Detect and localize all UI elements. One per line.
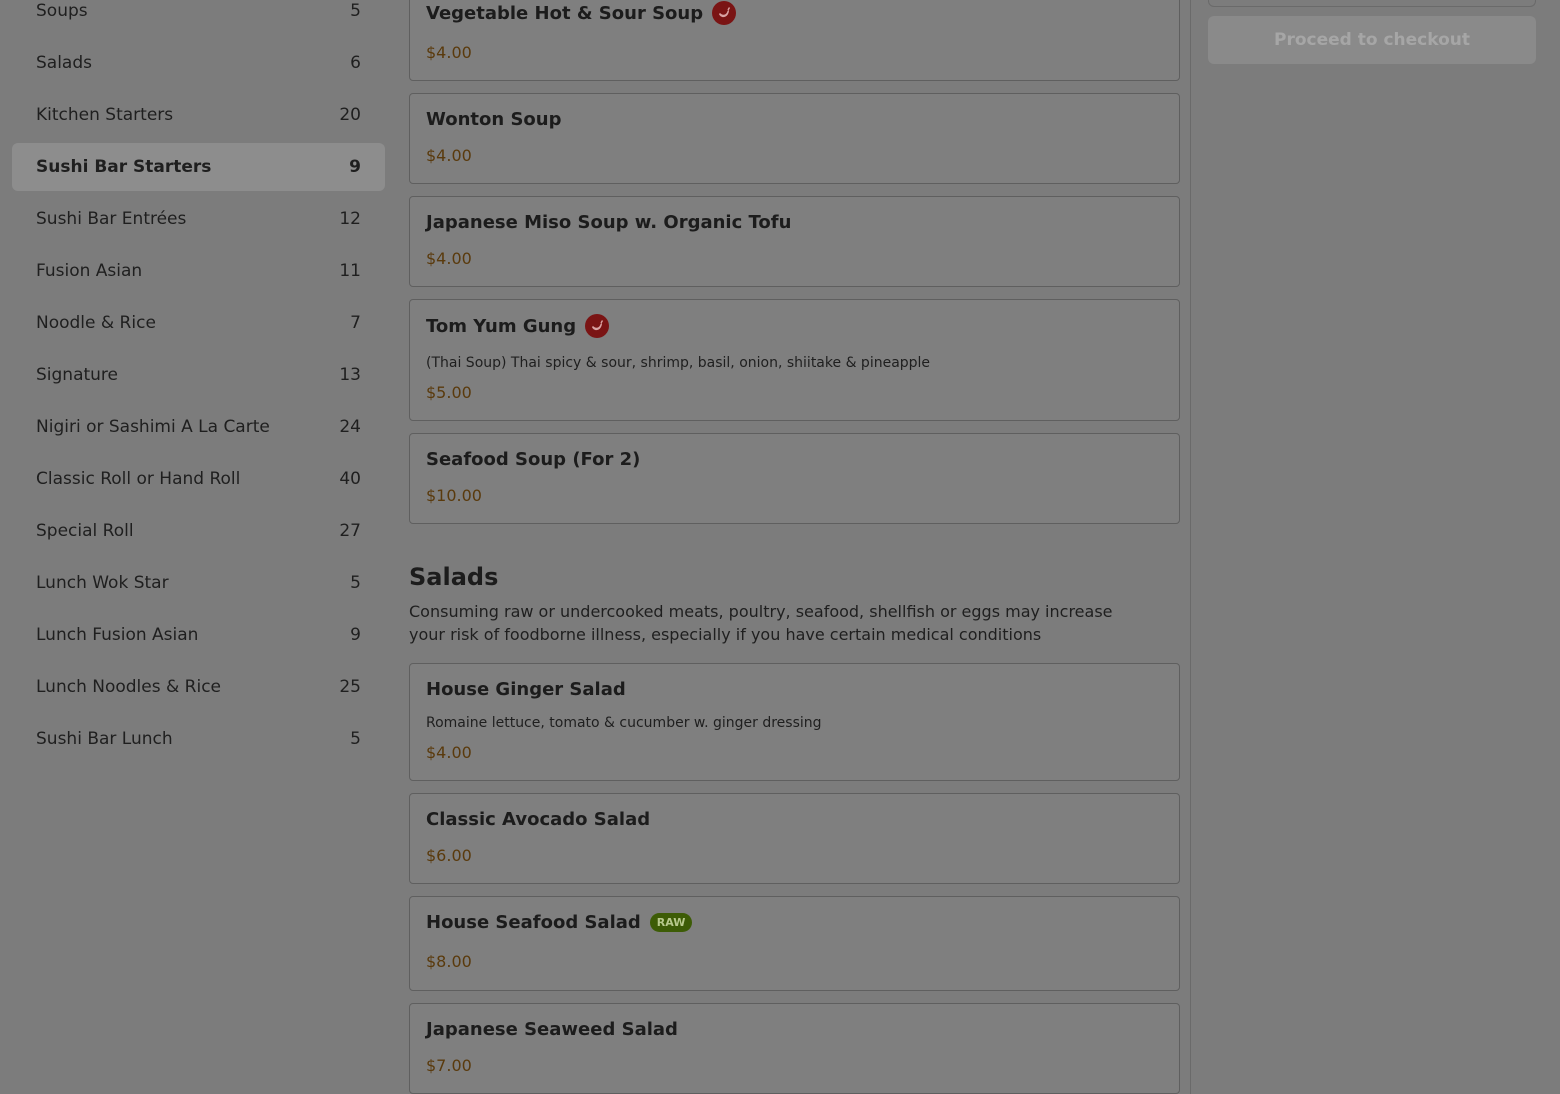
sidebar-item-label: Sushi Bar Starters [36, 157, 212, 177]
sidebar-item-label: Soups [36, 1, 88, 21]
sidebar-item-sushi-bar-entrees[interactable]: Sushi Bar Entrées 12 [12, 195, 385, 243]
sidebar-item-count: 9 [349, 157, 361, 177]
menu-item-price: $4.00 [426, 146, 472, 165]
column-divider [1190, 0, 1191, 1094]
sidebar-item-sushi-bar-starters[interactable]: Sushi Bar Starters 9 [12, 143, 385, 191]
sidebar-item-lunch-fusion-asian[interactable]: Lunch Fusion Asian 9 [12, 611, 385, 659]
sidebar-item-label: Sushi Bar Entrées [36, 209, 187, 229]
menu-item-name: Japanese Miso Soup w. Organic Tofu [426, 212, 792, 233]
sidebar-item-count: 13 [339, 365, 361, 385]
menu-item-card[interactable]: Wonton Soup $4.00 [409, 93, 1180, 184]
menu-item-description: Romaine lettuce, tomato & cucumber w. gi… [426, 715, 822, 731]
menu-item-price: $4.00 [426, 43, 472, 62]
sidebar-item-label: Salads [36, 53, 92, 73]
sidebar-item-label: Nigiri or Sashimi A La Carte [36, 417, 270, 437]
sidebar-item-lunch-noodles-rice[interactable]: Lunch Noodles & Rice 25 [12, 663, 385, 711]
sidebar-item-label: Fusion Asian [36, 261, 143, 281]
sidebar-item-classic-roll[interactable]: Classic Roll or Hand Roll 40 [12, 455, 385, 503]
menu-item-card[interactable]: Japanese Seaweed Salad $7.00 [409, 1003, 1180, 1094]
chili-pepper-icon [712, 1, 737, 25]
menu-item-name: Classic Avocado Salad [426, 809, 651, 830]
sidebar-item-sushi-bar-lunch[interactable]: Sushi Bar Lunch 5 [12, 715, 385, 763]
sidebar-item-label: Classic Roll or Hand Roll [36, 469, 241, 489]
sidebar-item-noodle-rice[interactable]: Noodle & Rice 7 [12, 299, 385, 347]
menu-item-name: Wonton Soup [426, 109, 562, 130]
sidebar-item-lunch-wok-star[interactable]: Lunch Wok Star 5 [12, 559, 385, 607]
menu-item-title: Vegetable Hot & Sour Soup [426, 2, 704, 24]
sidebar-item-kitchen-starters[interactable]: Kitchen Starters 20 [12, 91, 385, 139]
sidebar-item-label: Kitchen Starters [36, 105, 174, 125]
sidebar-item-count: 9 [350, 625, 361, 645]
sidebar-item-count: 20 [339, 105, 361, 125]
menu-item-name: Vegetable Hot & Sour Soup [426, 1, 737, 25]
menu-item-price: $8.00 [426, 952, 472, 971]
menu-item-price: $10.00 [426, 486, 482, 505]
sidebar-item-count: 24 [339, 417, 361, 437]
menu-item-price: $6.00 [426, 846, 472, 865]
menu-item-card[interactable]: Japanese Miso Soup w. Organic Tofu $4.00 [409, 196, 1180, 287]
sidebar-item-label: Signature [36, 365, 119, 385]
menu-item-card[interactable]: Classic Avocado Salad $6.00 [409, 793, 1180, 884]
menu-list: Vegetable Hot & Sour Soup $4.00 Wonton S… [409, 0, 1180, 1094]
sidebar-item-count: 40 [339, 469, 361, 489]
menu-item-name: Seafood Soup (For 2) [426, 449, 641, 470]
sidebar-item-count: 7 [350, 313, 361, 333]
sidebar-item-count: 12 [339, 209, 361, 229]
raw-badge: RAW [649, 913, 693, 932]
sidebar-item-count: 5 [350, 1, 361, 21]
sidebar-item-count: 6 [350, 53, 361, 73]
menu-item-name: House Seafood Salad RAW [426, 912, 693, 933]
menu-item-price: $5.00 [426, 383, 472, 402]
sidebar-item-count: 11 [339, 261, 361, 281]
menu-item-price: $4.00 [426, 743, 472, 762]
menu-item-name: Japanese Seaweed Salad [426, 1019, 678, 1040]
section-title: Salads [409, 563, 499, 591]
menu-item-card[interactable]: House Seafood Salad RAW $8.00 [409, 896, 1180, 991]
sidebar-item-count: 25 [339, 677, 361, 697]
sidebar-item-label: Lunch Fusion Asian [36, 625, 199, 645]
menu-item-price: $7.00 [426, 1056, 472, 1075]
sidebar-item-label: Lunch Noodles & Rice [36, 677, 221, 697]
sidebar-item-special-roll[interactable]: Special Roll 27 [12, 507, 385, 555]
sidebar-item-count: 5 [350, 573, 361, 593]
proceed-to-checkout-button[interactable]: Proceed to checkout [1208, 16, 1536, 64]
sidebar-item-salads[interactable]: Salads 6 [12, 39, 385, 87]
menu-item-title: House Seafood Salad [426, 912, 641, 933]
menu-item-card[interactable]: Vegetable Hot & Sour Soup $4.00 [409, 0, 1180, 81]
sidebar-item-label: Sushi Bar Lunch [36, 729, 173, 749]
sidebar-item-label: Special Roll [36, 521, 134, 541]
category-sidebar: Soups 5 Salads 6 Kitchen Starters 20 Sus… [0, 0, 397, 1094]
menu-item-title: Tom Yum Gung [426, 315, 577, 337]
sidebar-item-count: 5 [350, 729, 361, 749]
menu-item-card[interactable]: Seafood Soup (For 2) $10.00 [409, 433, 1180, 524]
section-description: Consuming raw or undercooked meats, poul… [409, 602, 1113, 644]
sidebar-item-nigiri-sashimi[interactable]: Nigiri or Sashimi A La Carte 24 [12, 403, 385, 451]
cart-field[interactable] [1208, 0, 1536, 7]
sidebar-item-label: Lunch Wok Star [36, 573, 169, 593]
sidebar-item-soups[interactable]: Soups 5 [12, 0, 385, 35]
menu-item-name: Tom Yum Gung [426, 314, 610, 338]
menu-item-card[interactable]: Tom Yum Gung (Thai Soup) Thai spicy & so… [409, 299, 1180, 421]
menu-item-price: $4.00 [426, 249, 472, 268]
sidebar-item-signature[interactable]: Signature 13 [12, 351, 385, 399]
sidebar-item-fusion-asian[interactable]: Fusion Asian 11 [12, 247, 385, 295]
sidebar-item-label: Noodle & Rice [36, 313, 156, 333]
chili-pepper-icon [585, 314, 610, 338]
menu-item-description: (Thai Soup) Thai spicy & sour, shrimp, b… [426, 355, 931, 371]
sidebar-item-count: 27 [339, 521, 361, 541]
menu-item-card[interactable]: House Ginger Salad Romaine lettuce, toma… [409, 663, 1180, 781]
menu-item-name: House Ginger Salad [426, 679, 626, 700]
